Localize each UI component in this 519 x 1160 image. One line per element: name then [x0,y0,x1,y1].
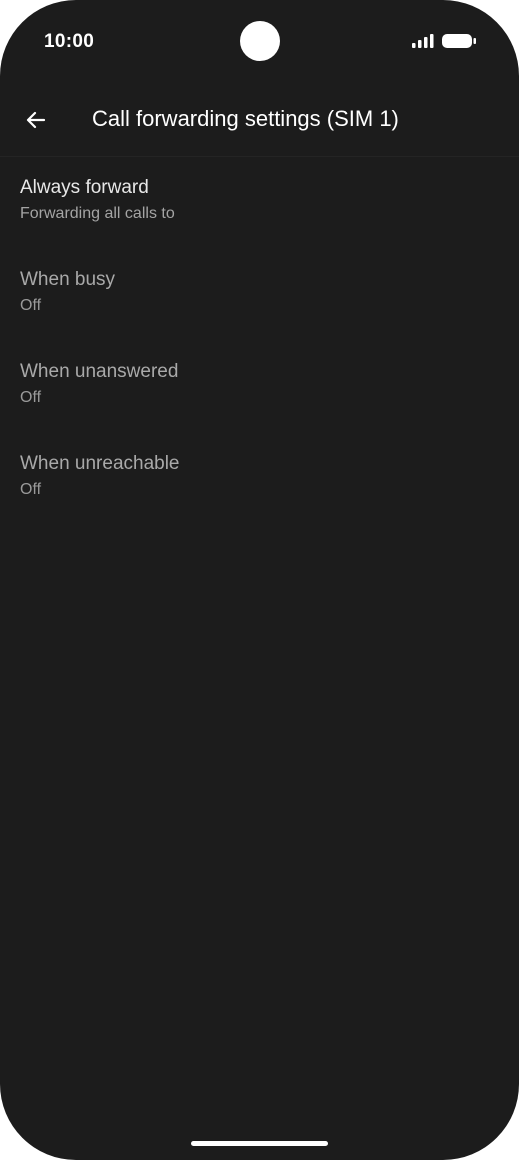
item-summary: Forwarding all calls to [20,205,175,222]
phone-screen: 10:00 Call forwarding settings (SIM 1) A… [0,0,519,1160]
item-summary: Off [20,297,42,314]
item-summary: Off [20,389,42,406]
item-title: Always forward [20,177,149,198]
front-camera-cutout [240,21,280,61]
item-title: When unreachable [20,453,180,474]
status-bar: 10:00 [0,0,519,84]
signal-bars-icon [412,34,434,48]
list-item-when-unanswered[interactable]: When unanswered Off [0,341,519,433]
arrow-back-icon [26,111,46,129]
item-summary: Off [20,481,42,498]
item-title: When unanswered [20,361,179,382]
status-time: 10:00 [44,31,95,52]
forwarding-options-list: Always forward Forwarding all calls to W… [0,157,519,525]
app-bar: Call forwarding settings (SIM 1) [0,84,519,157]
back-button[interactable] [14,98,58,142]
item-title: When busy [20,269,116,290]
home-indicator[interactable] [191,1141,328,1146]
list-item-always-forward[interactable]: Always forward Forwarding all calls to [0,157,519,249]
page-title: Call forwarding settings (SIM 1) [92,106,399,131]
battery-full-icon [442,34,476,48]
list-item-when-unreachable[interactable]: When unreachable Off [0,433,519,525]
list-item-when-busy[interactable]: When busy Off [0,249,519,341]
